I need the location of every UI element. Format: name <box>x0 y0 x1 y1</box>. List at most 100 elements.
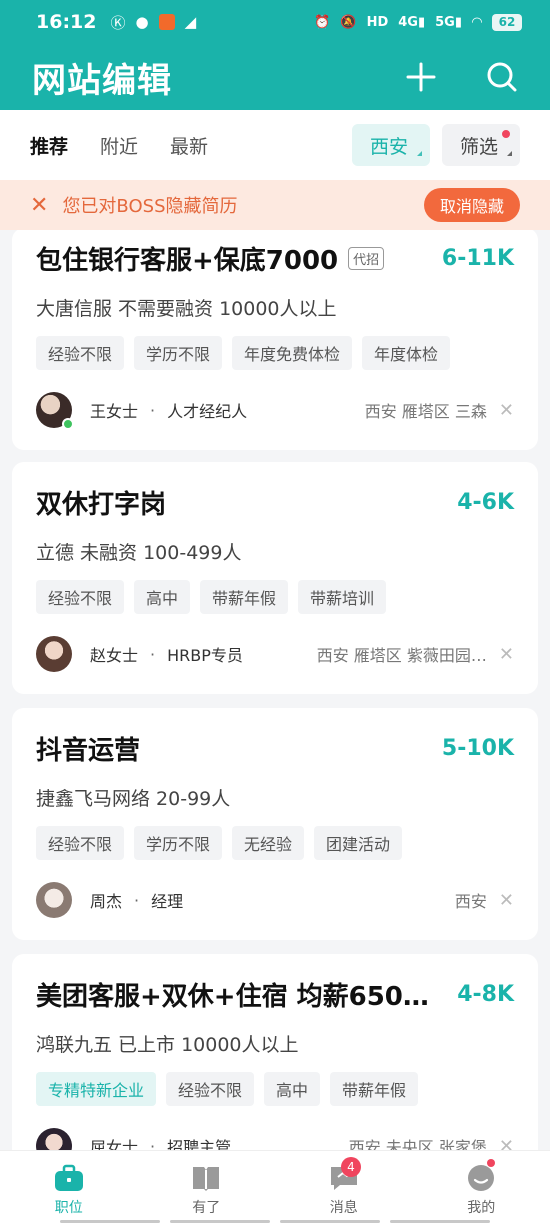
avatar <box>36 1128 72 1150</box>
job-title: 美团客服+双休+住宿 均薪650… <box>36 981 429 1012</box>
status-time: 16:12 <box>36 11 97 33</box>
tab-nearby[interactable]: 附近 <box>100 132 138 159</box>
book-icon <box>193 1167 220 1191</box>
bottom-nav: 职位 有了 4 消息 我的 <box>0 1150 550 1226</box>
job-location: 西安 雁塔区 三森 <box>364 402 487 421</box>
recruiter-row: 周杰 · 经理 西安 ✕ <box>36 880 514 920</box>
job-tag: 带薪培训 <box>298 580 387 614</box>
job-tag-highlight: 专精特新企业 <box>36 1072 157 1106</box>
job-tag: 学历不限 <box>134 826 223 860</box>
job-card[interactable]: 包住银行客服+保底7000 代招 6-11K 大唐信服 不需要融资 10000人… <box>12 230 538 450</box>
job-location: 西安 雁塔区 紫薇田园… <box>316 646 487 665</box>
job-tag: 学历不限 <box>134 336 223 370</box>
recruiter-name: 王女士 <box>90 402 139 421</box>
job-tags: 经验不限 高中 带薪年假 带薪培训 <box>36 580 514 614</box>
nav-label: 我的 <box>467 1200 496 1216</box>
status-right-icons: ⏰ 🔕 HD 4G▮ 5G▮ ◠ 62 <box>314 13 522 31</box>
nav-profile[interactable]: 我的 <box>413 1151 550 1226</box>
recruiter-row: 屈女士 · 招聘主管 西安 未央区 张家堡 ✕ <box>36 1126 514 1150</box>
cancel-hide-button[interactable]: 取消隐藏 <box>423 188 520 222</box>
filter-label: 筛选 <box>459 135 498 158</box>
job-tag: 经验不限 <box>36 580 125 614</box>
job-tag: 高中 <box>264 1072 321 1106</box>
alarm-icon: ⏰ <box>314 14 331 30</box>
city-selector[interactable]: 西安 <box>351 124 430 166</box>
mute-icon: 🔕 <box>340 14 357 30</box>
job-title: 包住银行客服+保底7000 <box>36 245 339 276</box>
job-tag: 无经验 <box>232 826 305 860</box>
job-title-row: 包住银行客服+保底7000 代招 6-11K <box>36 230 514 288</box>
job-card[interactable]: 抖音运营 5-10K 捷鑫飞马网络 20-99人 经验不限 学历不限 无经验 团… <box>12 708 538 940</box>
job-card[interactable]: 双休打字岗 4-6K 立德 未融资 100-499人 经验不限 高中 带薪年假 … <box>12 462 538 694</box>
company-info: 捷鑫飞马网络 20-99人 <box>36 788 231 810</box>
recruiter-row: 王女士 · 人才经纪人 西安 雁塔区 三森 ✕ <box>36 390 514 430</box>
nav-messages[interactable]: 4 消息 <box>275 1151 413 1226</box>
k-icon: Ⓚ <box>110 13 126 32</box>
job-tag: 高中 <box>134 580 191 614</box>
dismiss-icon[interactable]: ✕ <box>499 1136 514 1151</box>
header-actions <box>406 61 518 93</box>
add-icon[interactable] <box>406 62 436 92</box>
job-tag: 带薪年假 <box>200 580 289 614</box>
job-tag: 年度体检 <box>362 336 451 370</box>
filter-red-dot <box>502 130 510 138</box>
avatar <box>36 636 72 672</box>
job-title-row: 抖音运营 5-10K <box>36 718 514 778</box>
job-card[interactable]: 美团客服+双休+住宿 均薪650… 4-8K 鸿联九五 已上市 10000人以上… <box>12 954 538 1150</box>
hidden-resume-notice: ✕ 您已对BOSS隐藏简历 取消隐藏 <box>0 180 550 230</box>
avatar <box>36 392 74 430</box>
job-tag: 经验不限 <box>166 1072 255 1106</box>
page-title: 网站编辑 <box>32 60 172 101</box>
recruiter-role: 经理 <box>151 892 184 911</box>
nav-youle[interactable]: 有了 <box>138 1151 276 1226</box>
company-info: 大唐信服 不需要融资 10000人以上 <box>36 298 337 320</box>
company-info: 鸿联九五 已上市 10000人以上 <box>36 1034 299 1056</box>
nav-jobs[interactable]: 职位 <box>0 1151 138 1226</box>
recruiter-role: HRBP专员 <box>167 646 243 665</box>
status-bar: 16:12 Ⓚ ● ◢ ⏰ 🔕 HD 4G▮ 5G▮ ◠ 62 <box>0 0 550 44</box>
dropdown-triangle-icon <box>507 151 512 156</box>
recruiter-name: 周杰 <box>90 892 123 911</box>
tab-latest[interactable]: 最新 <box>170 132 208 159</box>
job-tag: 带薪年假 <box>330 1072 419 1106</box>
job-tag: 经验不限 <box>36 336 125 370</box>
nav-label: 消息 <box>329 1200 358 1216</box>
dropdown-triangle-icon <box>416 151 422 156</box>
job-salary: 4-8K <box>457 981 514 1007</box>
separator-dot: · <box>134 890 140 910</box>
gesture-bar <box>0 1220 550 1226</box>
recruiter-name: 赵女士 <box>90 646 139 665</box>
job-salary: 4-6K <box>457 489 514 515</box>
filter-chips: 西安 筛选 <box>351 124 520 166</box>
filter-button[interactable]: 筛选 <box>441 124 520 166</box>
close-icon[interactable]: ✕ <box>30 193 48 218</box>
profile-icon <box>468 1165 495 1191</box>
job-tag: 团建活动 <box>314 826 403 860</box>
wifi-icon: ◠ <box>472 14 482 30</box>
4g-signal-icon: 4G▮ <box>398 14 426 30</box>
online-status-dot <box>62 418 74 430</box>
separator-dot: · <box>150 644 156 664</box>
message-count-badge: 4 <box>341 1157 361 1177</box>
job-list: 包住银行客服+保底7000 代招 6-11K 大唐信服 不需要融资 10000人… <box>0 230 550 1150</box>
recruiter-role: 招聘主管 <box>167 1138 232 1150</box>
job-title-row: 双休打字岗 4-6K <box>36 472 514 532</box>
dismiss-icon[interactable]: ✕ <box>499 644 514 665</box>
dismiss-icon[interactable]: ✕ <box>499 400 514 421</box>
job-tags: 经验不限 学历不限 年度免费体检 年度体检 <box>36 336 514 370</box>
job-tags: 经验不限 学历不限 无经验 团建活动 <box>36 826 514 860</box>
tab-recommend[interactable]: 推荐 <box>30 132 68 159</box>
filter-bar: 推荐 附近 最新 西安 筛选 <box>0 110 550 180</box>
job-title: 双休打字岗 <box>36 489 167 520</box>
battery-indicator: 62 <box>492 13 522 31</box>
search-icon[interactable] <box>486 61 518 93</box>
avatar <box>36 882 72 918</box>
separator-dot: · <box>150 1136 156 1151</box>
job-tags: 专精特新企业 经验不限 高中 带薪年假 <box>36 1072 514 1106</box>
status-left-icons: Ⓚ ● ◢ <box>110 12 196 33</box>
hd-icon: HD <box>366 14 389 30</box>
job-title: 抖音运营 <box>36 735 141 766</box>
briefcase-icon <box>54 1164 83 1191</box>
dismiss-icon[interactable]: ✕ <box>499 890 514 911</box>
job-salary: 5-10K <box>441 735 514 761</box>
